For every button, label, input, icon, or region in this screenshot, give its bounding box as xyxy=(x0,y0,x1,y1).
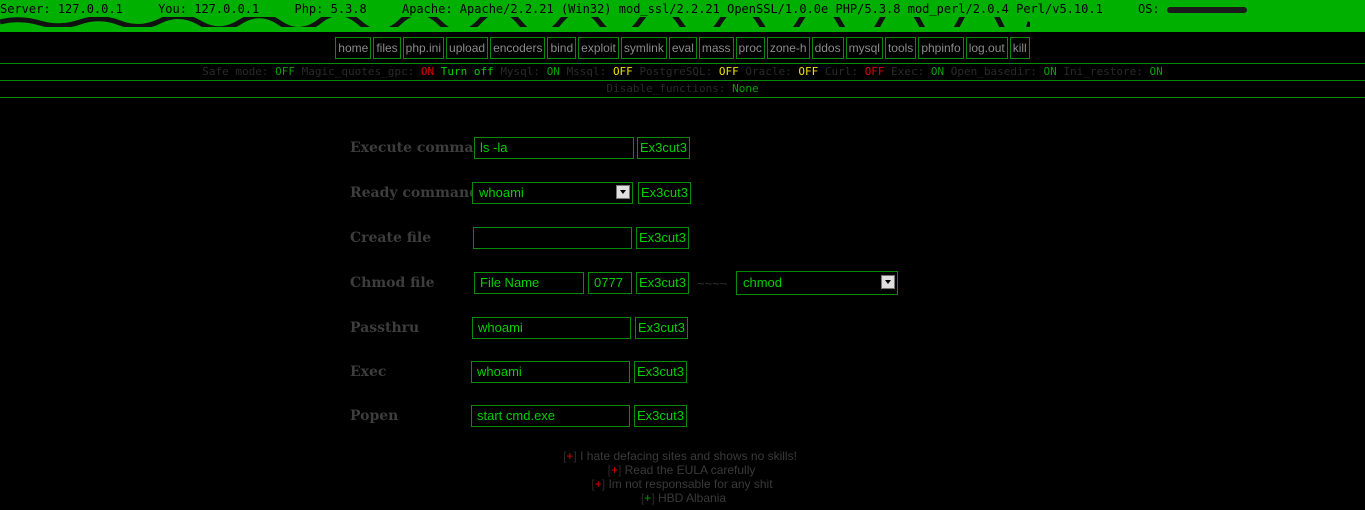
ready-commands-selected: whoami xyxy=(479,185,524,200)
disable-functions-value: None xyxy=(732,82,759,95)
passthru-button[interactable]: Ex3cut3 xyxy=(635,317,688,339)
curl-value: OFF xyxy=(864,65,885,78)
magic-quotes-label: Magic_quotes_gpc: xyxy=(301,65,415,78)
os-label: OS: xyxy=(1138,2,1160,16)
open-basedir-value: ON xyxy=(1043,65,1057,78)
status-line: Safe mode: OFF Magic_quotes_gpc: ON Turn… xyxy=(0,63,1365,81)
curl-label: Curl: xyxy=(824,65,859,78)
menu-item-files[interactable]: files xyxy=(373,37,401,59)
you-label: You: xyxy=(158,2,187,16)
php-label: Php: xyxy=(294,2,324,16)
chmod-filename-input[interactable]: File Name xyxy=(474,272,584,294)
footer-line: [+] HBD Albania xyxy=(640,491,727,505)
execute-command-label: Execute command xyxy=(350,140,494,156)
server-info-row: Server: 127.0.0.1 You: 127.0.0.1 Php: 5.… xyxy=(0,0,1247,18)
chmod-button[interactable]: Ex3cut3 xyxy=(636,272,689,294)
exec-label: Exec: xyxy=(891,65,925,78)
server-value: 127.0.0.1 xyxy=(57,2,123,16)
apache-label: Apache: xyxy=(401,2,453,16)
open-basedir-label: Open_basedir: xyxy=(950,65,1037,78)
exec-button[interactable]: Ex3cut3 xyxy=(634,361,687,383)
dropdown-arrow-icon[interactable] xyxy=(616,185,630,199)
create-file-button[interactable]: Ex3cut3 xyxy=(636,227,689,249)
popen-label: Popen xyxy=(350,408,399,424)
safe-mode-value: OFF xyxy=(275,65,295,78)
create-file-label: Create file xyxy=(350,230,432,246)
ini-restore-label: Ini_restore: xyxy=(1063,65,1143,78)
popen-button[interactable]: Ex3cut3 xyxy=(634,405,687,427)
menu-item-mysql[interactable]: mysql xyxy=(845,37,883,59)
dropdown-arrow-icon[interactable] xyxy=(881,275,895,289)
menu-item-mass[interactable]: mass xyxy=(698,37,734,59)
magic-quotes-value: ON xyxy=(420,65,435,78)
menu-item-kill[interactable]: kill xyxy=(1009,37,1030,59)
menu-item-php-ini[interactable]: php.ini xyxy=(402,37,445,59)
menu-item-encoders[interactable]: encoders xyxy=(490,37,546,59)
menu-item-bind[interactable]: bind xyxy=(547,37,577,59)
php-value: 5.3.8 xyxy=(330,2,367,16)
mssql-value: OFF xyxy=(612,65,633,78)
server-info-bar: Server: 127.0.0.1 You: 127.0.0.1 Php: 5.… xyxy=(0,0,1365,32)
footer-line: [+] I hate defacing sites and shows no s… xyxy=(563,449,797,463)
mssql-label: Mssql: xyxy=(566,65,607,78)
exec-input[interactable]: whoami xyxy=(471,361,630,383)
ready-commands-label: Ready commands xyxy=(350,185,487,201)
chmod-mode-input[interactable]: 0777 xyxy=(588,272,632,294)
footer-notes: [+] I hate defacing sites and shows no s… xyxy=(0,449,1365,505)
postgresql-value: OFF xyxy=(718,65,739,78)
oracle-value: OFF xyxy=(798,65,819,78)
chmod-selected: chmod xyxy=(743,275,783,290)
postgresql-label: PostgreSQL: xyxy=(639,65,713,78)
passthru-input[interactable]: whoami xyxy=(472,317,631,339)
menu-item-proc[interactable]: proc xyxy=(735,37,765,59)
execute-command-input[interactable]: ls -la xyxy=(474,137,634,159)
exec-value: ON xyxy=(930,65,945,78)
mysql-label: Mysql: xyxy=(500,65,541,78)
menu-item-exploit[interactable]: exploit xyxy=(578,37,619,59)
execute-command-button[interactable]: Ex3cut3 xyxy=(637,137,690,159)
popen-input[interactable]: start cmd.exe xyxy=(471,405,630,427)
you-value: 127.0.0.1 xyxy=(194,2,260,16)
redacted-uname-scribble xyxy=(0,17,1030,27)
create-file-input[interactable] xyxy=(473,227,632,249)
menu-item-tools[interactable]: tools xyxy=(884,37,917,59)
ready-commands-select[interactable]: whoami xyxy=(472,182,633,204)
redacted-os-value xyxy=(1166,6,1247,13)
turn-off-link[interactable]: Turn off xyxy=(441,65,494,78)
menu-item-log-out[interactable]: log.out xyxy=(965,37,1008,59)
server-label: Server: xyxy=(0,2,51,16)
menu-item-phpinfo[interactable]: phpinfo xyxy=(918,37,964,59)
menu-item-symlink[interactable]: symlink xyxy=(620,37,667,59)
apache-value: Apache/2.2.21 (Win32) mod_ssl/2.2.21 Ope… xyxy=(459,2,1103,16)
disable-functions-line: Disable_functions: None xyxy=(0,80,1365,98)
menu-item-home[interactable]: home xyxy=(335,37,372,59)
ini-restore-value: ON xyxy=(1149,65,1163,78)
passthru-label: Passthru xyxy=(350,320,420,336)
menu-item-zone-h[interactable]: zone-h xyxy=(766,37,810,59)
oracle-label: Oracle: xyxy=(745,65,792,78)
safe-mode-label: Safe mode: xyxy=(202,65,269,78)
chmod-separator: ~~~~ xyxy=(697,276,728,291)
menu-item-eval[interactable]: eval xyxy=(668,37,697,59)
exec-label-form: Exec xyxy=(350,364,387,380)
chmod-select[interactable]: chmod xyxy=(736,271,898,295)
footer-line: [+] Read the EULA carefully xyxy=(607,463,756,477)
footer-line: [+] Im not responsable for any shit xyxy=(591,477,773,491)
menu-item-upload[interactable]: upload xyxy=(446,37,489,59)
chmod-file-label: Chmod file xyxy=(350,275,435,291)
ready-commands-button[interactable]: Ex3cut3 xyxy=(638,182,691,204)
disable-functions-label: Disable_functions: xyxy=(606,82,726,95)
main-menu: home files php.ini upload encoders bind exploi… xyxy=(0,37,1365,61)
mysql-value: ON xyxy=(546,65,560,78)
menu-item-ddos[interactable]: ddos xyxy=(811,37,844,59)
